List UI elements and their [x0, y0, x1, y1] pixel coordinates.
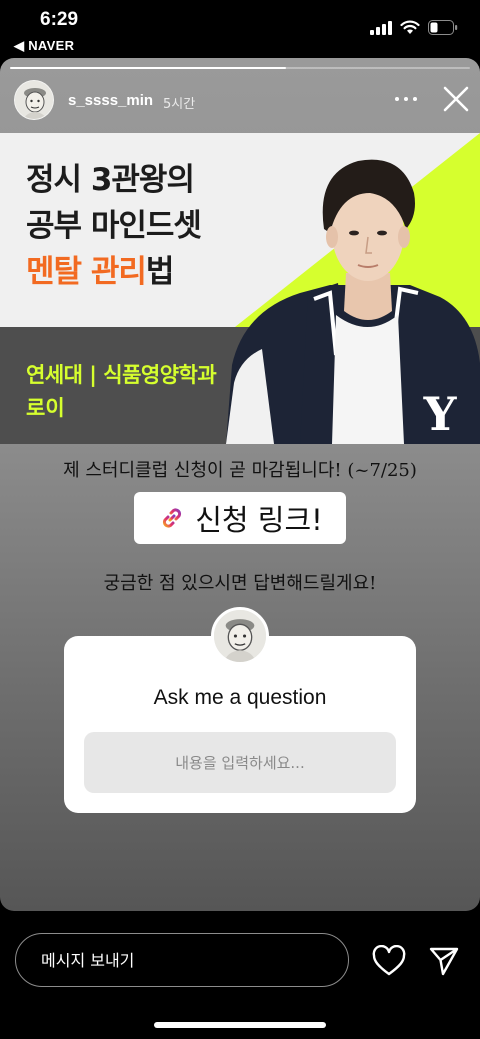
story-header: s_ssss_min 5시간 [0, 73, 480, 133]
heart-icon[interactable] [372, 945, 406, 977]
wifi-icon [400, 20, 420, 34]
more-options-button[interactable] [393, 89, 419, 109]
link-sticker-label: 신청 링크! [195, 503, 323, 537]
status-icons [370, 20, 458, 35]
jacket-letter-patch: Y [423, 387, 458, 441]
link-sticker[interactable]: 신청 링크! [134, 492, 346, 544]
story-caption-questions: 궁금한 점 있으시면 답변해드릴게요! [103, 573, 377, 594]
story-caption-deadline: 제 스터디클럽 신청이 곧 마감됩니다! (~7/25) [63, 460, 417, 481]
question-sticker-avatar [211, 607, 269, 665]
home-indicator[interactable] [154, 1022, 326, 1028]
battery-icon [428, 20, 458, 35]
back-to-app-link[interactable]: ◀ NAVER [14, 38, 74, 54]
question-input[interactable] [84, 732, 396, 793]
story-banner-image: 정시 3관왕의 공부 마인드셋 멘탈 관리법 연세대 | 식품영양학과 로이 Y [0, 133, 480, 444]
more-dot-icon [413, 97, 417, 101]
close-icon[interactable] [440, 83, 472, 115]
link-icon [163, 508, 182, 528]
story-time-ago: 5시간 [163, 97, 196, 112]
cellular-signal-icon [370, 20, 392, 35]
send-icon[interactable] [428, 945, 460, 977]
bottom-bar [0, 911, 480, 1039]
story-progress-bar [10, 67, 470, 69]
story-progress-fill [10, 67, 286, 69]
status-bar: 6:29 ◀ NAVER [0, 0, 480, 58]
more-dot-icon [404, 97, 408, 101]
avatar[interactable] [14, 80, 54, 120]
question-sticker-title: Ask me a question [153, 686, 327, 709]
story-viewer[interactable]: s_ssss_min 5시간 정시 3관왕의 공부 마인드셋 멘탈 관리법 연세… [0, 58, 480, 911]
person-illustration: Y [226, 159, 480, 444]
more-dot-icon [395, 97, 399, 101]
send-message-input[interactable] [15, 933, 349, 987]
story-username[interactable]: s_ssss_min [68, 92, 153, 109]
status-time: 6:29 [40, 9, 79, 30]
